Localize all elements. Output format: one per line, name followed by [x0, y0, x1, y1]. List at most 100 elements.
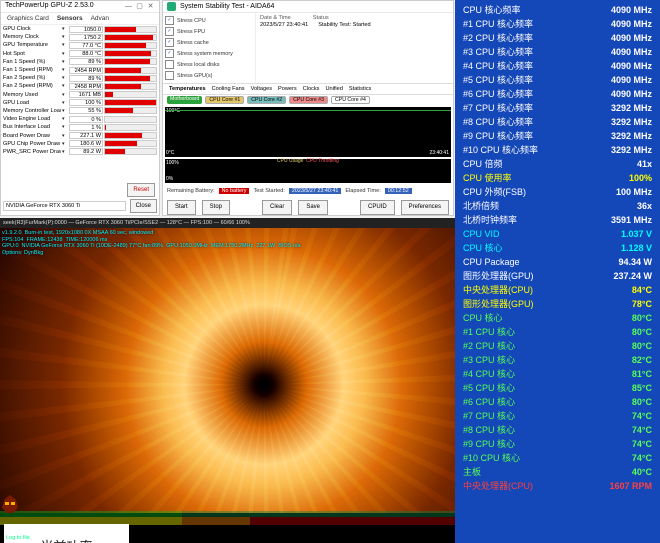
sensor-value: 55 %	[69, 107, 103, 114]
sensor-row: PWR_SRC Power Draw▾89.2 W	[3, 148, 157, 156]
tab-unified[interactable]: Unified	[325, 86, 342, 92]
chevron-down-icon[interactable]: ▾	[62, 83, 68, 89]
chevron-down-icon[interactable]: ▾	[62, 108, 68, 114]
stress-item[interactable]: ✓Stress CPU	[165, 15, 253, 26]
mon-label: 图形处理器(GPU)	[463, 269, 534, 283]
graph-scale-bot: 0°C	[166, 150, 174, 156]
furmark-demon-icon	[2, 495, 18, 513]
mon-label: #9 CPU 核心	[463, 437, 515, 451]
legend-core4[interactable]: CPU Core #4	[331, 96, 370, 104]
close-button[interactable]: Close	[130, 199, 157, 213]
sensor-value: 1 %	[69, 124, 103, 131]
checkbox-icon[interactable]: ✓	[165, 27, 174, 36]
tab-temperatures[interactable]: Temperatures	[169, 86, 206, 92]
mon-label: #2 CPU 核心频率	[463, 31, 533, 45]
chevron-down-icon[interactable]: ▾	[62, 149, 68, 155]
legend-core3[interactable]: CPU Core #3	[289, 96, 328, 104]
mon-label: #5 CPU 核心频率	[463, 73, 533, 87]
mon-value: 80°C	[632, 339, 652, 353]
temperature-graph: 100°C 0°C 23:40:41	[165, 107, 451, 157]
chevron-down-icon[interactable]: ▾	[62, 34, 68, 40]
mon-label: #4 CPU 核心频率	[463, 59, 533, 73]
stress-label: Stress cache	[177, 40, 209, 46]
start-button[interactable]: Start	[167, 200, 196, 215]
checkbox-icon[interactable]: ✓	[165, 38, 174, 47]
chevron-down-icon[interactable]: ▾	[62, 116, 68, 122]
mon-value: 3292 MHz	[611, 143, 652, 157]
clear-button[interactable]: Clear	[262, 200, 292, 215]
tab-voltages[interactable]: Voltages	[251, 86, 272, 92]
mon-label: #3 CPU 核心频率	[463, 45, 533, 59]
checkbox-icon[interactable]: ✓	[165, 16, 174, 25]
sensor-label: Board Power Draw	[3, 133, 61, 139]
cpuid-button[interactable]: CPUID	[360, 200, 395, 215]
stress-item[interactable]: Stress GPU(s)	[165, 70, 253, 81]
checkbox-icon[interactable]	[165, 60, 174, 69]
legend-motherboard[interactable]: Motherboard	[167, 96, 202, 104]
sensor-bar	[104, 67, 157, 74]
tab-graphics-card[interactable]: Graphics Card	[7, 15, 49, 22]
sensor-label: Hot Spot	[3, 51, 61, 57]
save-button[interactable]: Save	[298, 200, 328, 215]
chevron-down-icon[interactable]: ▾	[62, 42, 68, 48]
sensor-label: PWR_SRC Power Draw	[3, 149, 61, 155]
chevron-down-icon[interactable]: ▾	[62, 92, 68, 98]
furmark-titlebar[interactable]: seek(R3)FurMark(P):0000 — GeForce RTX 30…	[0, 218, 455, 228]
aida-icon	[167, 2, 176, 11]
chevron-down-icon[interactable]: ▾	[62, 124, 68, 130]
maximize-icon[interactable]: ▢	[135, 2, 144, 11]
gpuz-window: TechPowerUp GPU-Z 2.53.0 — ▢ ✕ Graphics …	[0, 0, 160, 216]
monitor-row: #3 CPU 核心82°C	[461, 353, 654, 367]
reset-button[interactable]: Reset	[127, 183, 155, 197]
stress-item[interactable]: ✓Stress FPU	[165, 26, 253, 37]
stress-item[interactable]: ✓Stress cache	[165, 37, 253, 48]
legend-core1[interactable]: CPU Core #1	[205, 96, 244, 104]
monitor-row: #4 CPU 核心频率4090 MHz	[461, 59, 654, 73]
chevron-down-icon[interactable]: ▾	[62, 51, 68, 57]
tab-cooling-fans[interactable]: Cooling Fans	[212, 86, 245, 92]
chevron-down-icon[interactable]: ▾	[62, 133, 68, 139]
chevron-down-icon[interactable]: ▾	[62, 59, 68, 65]
sensor-value: 0 %	[69, 116, 103, 123]
mon-label: CPU 使用率	[463, 171, 512, 185]
tab-statistics[interactable]: Statistics	[349, 86, 371, 92]
chevron-down-icon[interactable]: ▾	[62, 100, 68, 106]
stop-button[interactable]: Stop	[202, 200, 230, 215]
sensor-label: GPU Clock	[3, 26, 61, 32]
mon-value: 80°C	[632, 395, 652, 409]
furmark-swirl	[0, 228, 455, 513]
chevron-down-icon[interactable]: ▾	[62, 26, 68, 32]
mon-value: 82°C	[632, 353, 652, 367]
mon-value: 4090 MHz	[611, 87, 652, 101]
chevron-down-icon[interactable]: ▾	[62, 67, 68, 73]
aida-titlebar[interactable]: System Stability Test - AIDA64	[163, 1, 453, 13]
close-icon[interactable]: ✕	[146, 2, 155, 11]
mon-value: 4090 MHz	[611, 17, 652, 31]
log-to-file[interactable]: Log to file	[6, 535, 30, 541]
tab-powers[interactable]: Powers	[278, 86, 297, 92]
sensor-bar	[104, 26, 157, 33]
mon-value: 100%	[629, 171, 652, 185]
mon-label: CPU 核心	[463, 311, 503, 325]
chevron-down-icon[interactable]: ▾	[62, 141, 68, 147]
tab-advanced[interactable]: Advan	[91, 15, 109, 22]
usage-graph: 100% 0% CPU Usage CPU Throttling	[165, 159, 451, 183]
minimize-icon[interactable]: —	[124, 2, 133, 11]
preferences-button[interactable]: Preferences	[401, 200, 449, 215]
monitor-row: #6 CPU 核心频率4090 MHz	[461, 87, 654, 101]
monitor-row: #3 CPU 核心频率4090 MHz	[461, 45, 654, 59]
device-selector[interactable]: NVIDIA GeForce RTX 3060 Ti	[3, 201, 126, 211]
mon-label: #10 CPU 核心频率	[463, 143, 538, 157]
monitor-row: CPU 倍频41x	[461, 157, 654, 171]
legend-core2[interactable]: CPU Core #2	[247, 96, 286, 104]
stress-item[interactable]: ✓Stress system memory	[165, 48, 253, 59]
tab-clocks[interactable]: Clocks	[303, 86, 320, 92]
gpuz-titlebar[interactable]: TechPowerUp GPU-Z 2.53.0 — ▢ ✕	[1, 1, 159, 13]
stress-item[interactable]: Stress local disks	[165, 59, 253, 70]
chevron-down-icon[interactable]: ▾	[62, 75, 68, 81]
checkbox-icon[interactable]: ✓	[165, 49, 174, 58]
furmark-overlay-text: v1.9.2.0 Burn-in test, 1920x1080 0X MSAA…	[2, 230, 301, 256]
mon-value: 4090 MHz	[611, 31, 652, 45]
tab-sensors[interactable]: Sensors	[57, 15, 83, 22]
checkbox-icon[interactable]	[165, 71, 174, 80]
